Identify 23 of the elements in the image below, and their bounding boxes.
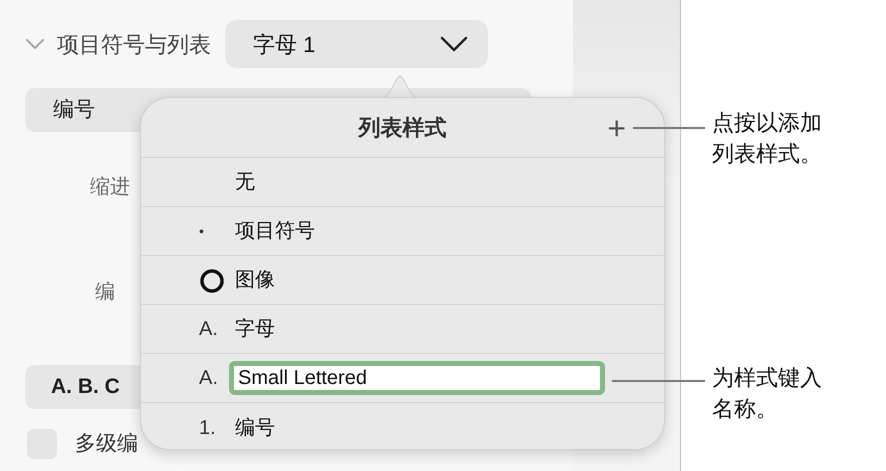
list-style-popup[interactable]: 字母 1: [225, 20, 488, 68]
list-style-row[interactable]: A. 字母: [141, 305, 664, 354]
chevron-down-icon: [440, 36, 468, 52]
disclosure-chevron-icon[interactable]: [25, 37, 45, 51]
list-style-row[interactable]: 1. 编号: [141, 403, 664, 449]
field-label: 编: [95, 280, 115, 305]
list-marker: •: [199, 222, 205, 240]
list-style-row[interactable]: • 项目符号: [141, 207, 664, 256]
callout-text: 为样式键入名称。: [712, 364, 823, 423]
section-title: 项目符号与列表: [57, 30, 211, 58]
list-marker: A.: [199, 317, 219, 342]
list-marker: A.: [199, 366, 219, 391]
list-marker: 1.: [199, 416, 217, 440]
list-style-row[interactable]: 图像: [141, 256, 664, 305]
list-style-row[interactable]: 无: [141, 158, 664, 207]
circle-icon: [199, 268, 225, 294]
popover-title: 列表样式: [358, 114, 446, 142]
checkbox-label: 多级编: [75, 431, 138, 457]
add-button[interactable]: +: [603, 112, 630, 144]
field-label: 缩进: [90, 175, 130, 200]
leader-line: [633, 127, 705, 129]
callout-text: 点按以添加列表样式。: [712, 109, 823, 168]
name-input-field[interactable]: Small Lettered: [229, 361, 605, 395]
